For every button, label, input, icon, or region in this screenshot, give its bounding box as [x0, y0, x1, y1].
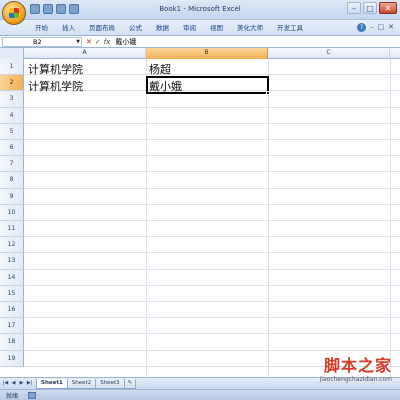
row-header[interactable]: 18 [0, 334, 24, 351]
tab-developer[interactable]: 开发工具 [270, 23, 310, 33]
insert-sheet-icon[interactable]: ✎ [123, 379, 137, 389]
close-button[interactable]: ✕ [379, 2, 397, 14]
formula-input[interactable]: 戴小娥 [115, 37, 136, 47]
help-icon[interactable]: ? [357, 23, 366, 32]
chevron-down-icon[interactable]: ▼ [76, 38, 80, 46]
sheet-navigation: |◀ ◀ ▶ ▶| [2, 380, 33, 386]
name-box-value: B2 [33, 37, 42, 46]
row-header[interactable]: 17 [0, 318, 24, 335]
tab-data[interactable]: 数据 [149, 23, 176, 33]
grid-row-line [24, 220, 400, 221]
active-cell-selection[interactable] [146, 76, 270, 95]
row-header[interactable]: 3 [0, 91, 24, 108]
ribbon-tabs: 开始 插入 页面布局 公式 数据 审阅 视图 美化大师 开发工具 [28, 23, 310, 33]
cancel-icon[interactable]: ✕ [86, 38, 92, 46]
last-sheet-icon[interactable]: ▶| [26, 380, 33, 386]
window-controls: – □ ✕ [347, 2, 397, 14]
prev-sheet-icon[interactable]: ◀ [10, 380, 17, 386]
minimize-button[interactable]: – [347, 2, 361, 14]
macro-record-icon[interactable] [28, 392, 36, 399]
row-header[interactable]: 7 [0, 156, 24, 173]
watermark-url: jiaochengchazidian.com [319, 376, 392, 383]
sheet-tab-sheet2[interactable]: Sheet2 [66, 379, 97, 389]
next-sheet-icon[interactable]: ▶ [18, 380, 25, 386]
row-header[interactable]: 12 [0, 237, 24, 254]
window-title: Book1 - Microsoft Excel [159, 5, 241, 13]
site-watermark: 脚本之家 jiaochengchazidian.com [320, 352, 392, 383]
row-header[interactable]: 1 [0, 59, 24, 76]
enter-icon[interactable]: ✓ [95, 38, 101, 46]
row-header[interactable]: 14 [0, 269, 24, 286]
status-bar: 就绪 [0, 389, 400, 400]
row-header[interactable]: 13 [0, 253, 24, 270]
worksheet-grid[interactable]: 1 2 3 4 5 6 7 8 9 10 11 12 13 14 15 16 17 18 19 计算机学院 杨超 计… [0, 59, 400, 377]
workbook-minimize-button[interactable]: – [370, 23, 374, 32]
grid-row-line [24, 268, 400, 270]
workbook-close-button[interactable]: ✕ [388, 23, 394, 32]
grid-row-line [24, 252, 400, 254]
row-header[interactable]: 2 [0, 75, 24, 92]
tab-view[interactable]: 视图 [203, 23, 230, 33]
column-header-c[interactable]: C [268, 48, 390, 59]
grid-row-line [24, 317, 400, 319]
grid-row-line [24, 333, 400, 335]
maximize-button[interactable]: □ [363, 2, 377, 14]
fill-handle[interactable] [266, 91, 270, 95]
tab-formulas[interactable]: 公式 [122, 23, 149, 33]
select-all-corner[interactable] [0, 48, 24, 59]
grid-row-line [24, 155, 400, 157]
insert-function-icon[interactable]: fx [104, 38, 111, 46]
cell-a2[interactable]: 计算机学院 [28, 78, 83, 94]
grid-row-line [24, 203, 400, 205]
row-header[interactable]: 4 [0, 107, 24, 124]
column-header-b[interactable]: B [146, 48, 268, 59]
grid-row-line [24, 171, 400, 173]
sheet-tabs: Sheet1 Sheet2 Sheet3 ✎ [36, 379, 137, 389]
workbook-restore-button[interactable]: □ [378, 23, 385, 32]
grid-row-line [24, 187, 400, 189]
grid-row-line [24, 284, 400, 286]
row-header[interactable]: 15 [0, 285, 24, 302]
ribbon: 开始 插入 页面布局 公式 数据 审阅 视图 美化大师 开发工具 ? – □ ✕ [0, 20, 400, 36]
column-header-a[interactable]: A [24, 48, 146, 59]
row-header[interactable]: 16 [0, 302, 24, 319]
title-bar: Book1 - Microsoft Excel – □ ✕ [0, 0, 400, 25]
office-logo-icon [9, 8, 19, 18]
first-sheet-icon[interactable]: |◀ [2, 380, 9, 386]
tab-page-layout[interactable]: 页面布局 [82, 23, 122, 33]
status-mode: 就绪 [6, 393, 19, 400]
grid-row-line [24, 301, 400, 302]
tab-review[interactable]: 审阅 [176, 23, 203, 33]
name-box[interactable]: B2 ▼ [2, 36, 82, 47]
grid-row-line [24, 349, 400, 351]
office-button[interactable] [2, 1, 26, 25]
tab-insert[interactable]: 插入 [55, 23, 82, 33]
row-header[interactable]: 5 [0, 123, 24, 140]
watermark-logo: 脚本之家 [323, 356, 392, 375]
formula-bar: B2 ▼ ✕ ✓ fx 戴小娥 [0, 36, 400, 48]
row-header[interactable]: 9 [0, 188, 24, 205]
row-header[interactable]: 8 [0, 172, 24, 189]
cell-b1[interactable]: 杨超 [149, 61, 171, 77]
sheet-tab-sheet1[interactable]: Sheet1 [36, 379, 68, 389]
tab-home[interactable]: 开始 [28, 23, 55, 33]
ribbon-right-controls: ? – □ ✕ [357, 23, 394, 32]
row-header[interactable]: 19 [0, 350, 24, 367]
tab-beautify[interactable]: 美化大师 [230, 23, 270, 33]
row-header[interactable]: 11 [0, 221, 24, 238]
cell-a1[interactable]: 计算机学院 [28, 61, 83, 77]
sheet-tab-sheet3[interactable]: Sheet3 [95, 379, 125, 389]
row-header[interactable]: 10 [0, 204, 24, 221]
row-header[interactable]: 6 [0, 140, 24, 157]
grid-row-line [24, 236, 400, 238]
grid-row-line [24, 139, 400, 140]
grid-row-line [24, 106, 400, 108]
column-headers: A B C [0, 48, 400, 59]
formula-buttons: ✕ ✓ fx [86, 38, 110, 46]
grid-row-line [24, 122, 400, 124]
